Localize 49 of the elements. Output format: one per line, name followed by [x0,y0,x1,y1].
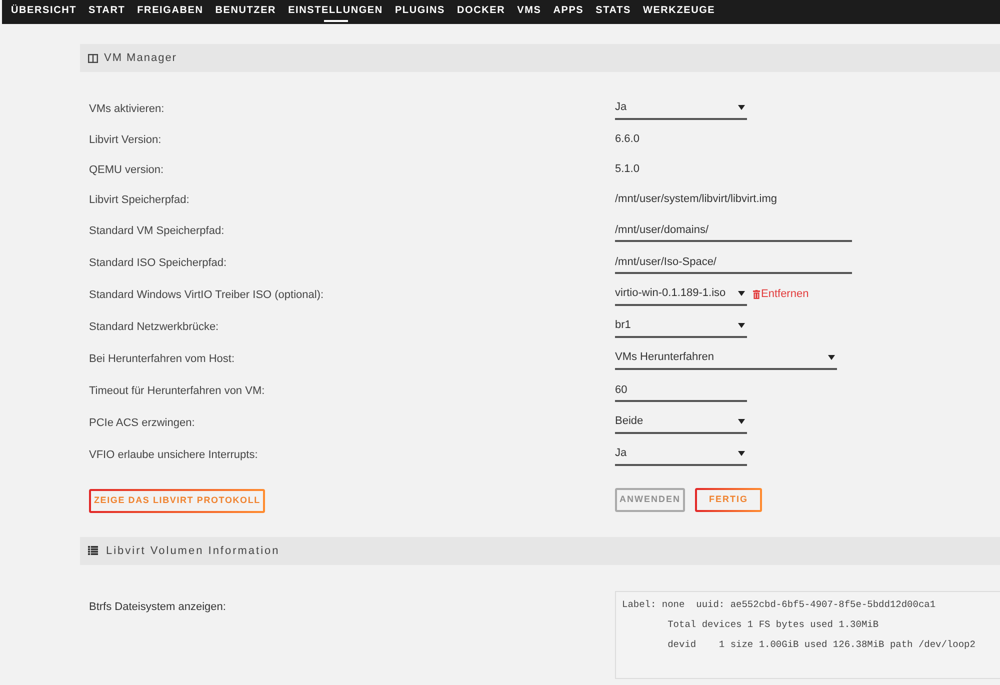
text-field[interactable]: /mnt/user/domains/ [615,218,852,242]
nav-tab[interactable]: PLUGINS [394,0,445,24]
dropdown-field[interactable]: virtio-win-0.1.189-1.iso [615,282,747,306]
field-label: Standard Windows VirtIO Treiber ISO (optional): [89,289,324,301]
nav-tab[interactable]: BENUTZER [215,0,276,24]
nav-tab[interactable]: WERKZEUGE [642,0,716,24]
remove-link[interactable]: Entfernen [753,288,809,300]
section-title: VM Manager [104,50,177,66]
field-label: Standard VM Speicherpfad: [89,225,224,237]
field-label: Bei Herunterfahren vom Host: [89,353,235,365]
caret-icon [738,291,745,296]
text-field[interactable]: 60 [615,378,747,402]
nav-tab[interactable]: VMS [517,0,542,24]
field-label: Btrfs Dateisystem anzeigen: [89,600,226,613]
caret-icon [738,105,745,110]
field-label: Timeout für Herunterfahren von VM: [89,385,265,397]
field-label: Standard Netzwerkbrücke: [89,321,219,333]
text-field[interactable]: /mnt/user/Iso-Space/ [615,250,852,274]
nav-tab[interactable]: APPS [553,0,584,24]
field-label: PCIe ACS erzwingen: [89,417,195,429]
nav-tab[interactable]: ÜBERSICHT [11,0,77,24]
field-label: Libvirt Version: [89,134,162,146]
command-output: Label: none uuid: ae552cbd-6bf5-4907-8f5e-5bdd12d00ca1 Total devices 1 FS bytes used 1.30MiB devid 1 size 1.00GiB used 126.38MiB path /dev/loop2 [615,590,1000,679]
list-icon [88,546,98,556]
caret-icon [738,419,745,424]
dropdown-field[interactable]: br1 [615,314,747,338]
caret-icon [828,355,835,360]
nav-tab[interactable]: START [88,0,126,24]
field-label: VMs aktivieren: [89,103,164,115]
dropdown-field[interactable]: Ja [615,442,747,466]
value-text: 6.6.0 [615,132,640,147]
dropdown-field[interactable]: Ja [615,96,747,120]
dropdown-field[interactable]: VMs Herunterfahren [615,346,837,370]
value-text: /mnt/user/system/libvirt/libvirt.img [615,192,777,207]
section-title: Libvirt Volumen Information [106,544,280,558]
caret-icon [738,323,745,328]
columns-icon [88,54,98,62]
dropdown-field[interactable]: Beide [615,410,747,434]
field-label: Libvirt Speicherpfad: [89,194,190,206]
field-label: VFIO erlaube unsichere Interrupts: [89,449,258,461]
nav-tab[interactable]: EINSTELLUNGEN [288,0,383,24]
value-text: 5.1.0 [615,162,640,177]
field-label: QEMU version: [89,164,164,176]
nav-tab[interactable]: STATS [596,0,631,24]
nav-tab[interactable]: FREIGABEN [137,0,204,24]
caret-icon [738,451,745,456]
nav-tab[interactable]: DOCKER [457,0,506,24]
field-label: Standard ISO Speicherpfad: [89,257,227,269]
trash-icon [753,290,760,298]
